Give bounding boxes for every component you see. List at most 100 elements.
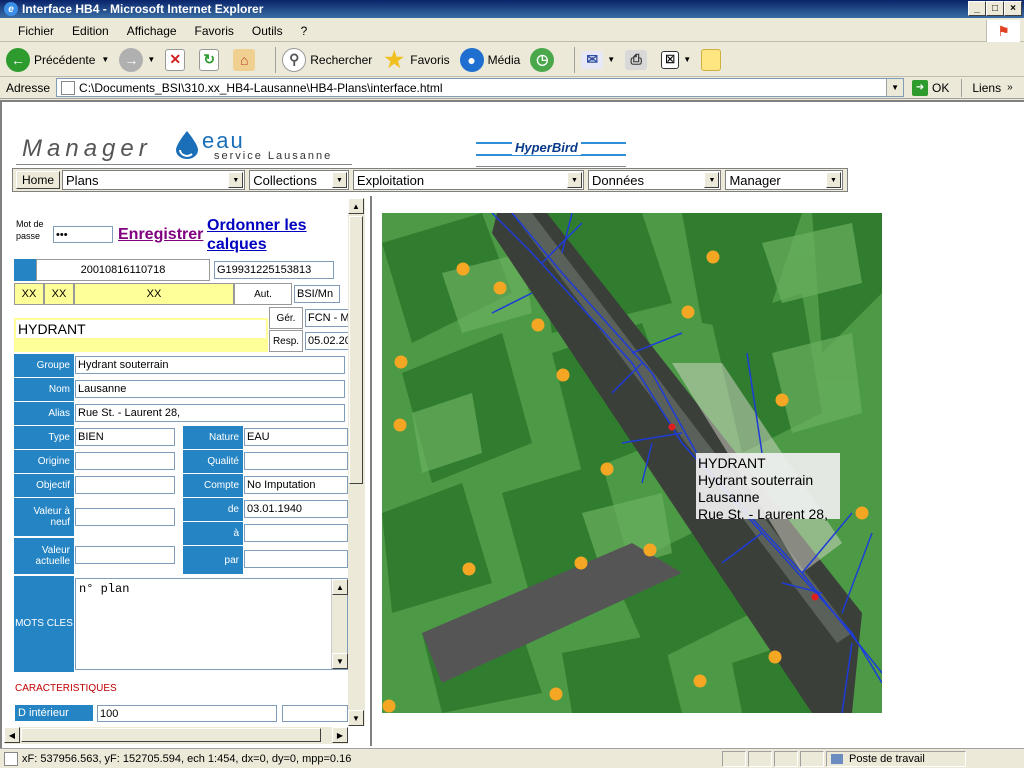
scroll-down-icon[interactable]: ▼ — [332, 653, 348, 669]
scroll-up-icon[interactable]: ▲ — [348, 198, 364, 214]
print-button[interactable]: ⎙ — [625, 49, 651, 70]
objectif-field[interactable] — [75, 476, 175, 494]
menu-affichage[interactable]: Affichage — [118, 24, 186, 38]
chevron-down-icon: ▼ — [147, 55, 156, 64]
stop-button[interactable]: ✕ — [165, 48, 189, 71]
form-horizontal-scrollbar[interactable]: ◀ ▶ — [4, 727, 348, 744]
selected-hydrant-marker[interactable] — [811, 593, 819, 601]
search-button[interactable]: ⚲ Rechercher — [282, 47, 372, 72]
scroll-left-icon[interactable]: ◀ — [4, 727, 20, 743]
hydrant-marker[interactable] — [643, 543, 657, 557]
password-field[interactable]: ••• — [53, 226, 113, 243]
save-link[interactable]: Enregistrer — [118, 226, 203, 244]
ger-field[interactable]: FCN - M — [305, 309, 350, 327]
compte-field[interactable]: No Imputation — [244, 476, 348, 494]
aut-field[interactable]: BSI/Mn — [294, 285, 340, 303]
hydrant-marker[interactable] — [456, 262, 470, 276]
chevron-right-icon[interactable]: » — [1007, 82, 1013, 93]
groupe-field[interactable]: Hydrant souterrain — [75, 356, 345, 374]
donnees-select[interactable]: Données ▼ — [587, 170, 722, 190]
manager-select[interactable]: Manager ▼ — [725, 170, 843, 190]
hydrant-marker[interactable] — [549, 687, 563, 701]
hydrant-marker[interactable] — [556, 368, 570, 382]
go-arrow-icon: ➜ — [912, 79, 929, 96]
par-field[interactable] — [244, 550, 348, 568]
address-input[interactable]: C:\Documents_BSI\310.xx_HB4-Lausanne\HB4… — [56, 78, 905, 97]
origine-field[interactable] — [75, 452, 175, 470]
resp-field[interactable]: 05.02.20 — [305, 332, 350, 350]
minimize-button[interactable]: _ — [968, 1, 986, 16]
hydrant-marker[interactable] — [493, 281, 507, 295]
scroll-right-icon[interactable]: ▶ — [332, 727, 348, 743]
d-interieur-field[interactable]: 100 — [97, 705, 277, 722]
order-layers-link[interactable]: Ordonner les calques — [207, 216, 325, 254]
links-button[interactable]: Liens — [972, 81, 1001, 95]
hydrant-marker[interactable] — [382, 699, 396, 713]
close-button[interactable]: × — [1004, 1, 1022, 16]
xx-cell: XX — [74, 283, 234, 305]
hydrant-marker[interactable] — [768, 650, 782, 664]
hydrant-marker[interactable] — [600, 462, 614, 476]
record-id-2[interactable]: G19931225153813 — [214, 261, 334, 279]
chevron-down-icon: ▼ — [683, 55, 692, 64]
scroll-down-icon[interactable]: ▼ — [348, 710, 364, 726]
mots-cles-textarea[interactable]: n° plan — [75, 578, 348, 670]
alias-field[interactable]: Rue St. - Laurent 28, — [75, 404, 345, 422]
edit-button[interactable]: ☒ ▼ — [661, 50, 692, 69]
chevron-down-icon: ▼ — [101, 55, 110, 64]
star-icon: ★ — [384, 46, 405, 72]
nature-field[interactable]: EAU — [244, 428, 348, 446]
hydrant-marker[interactable] — [574, 556, 588, 570]
de-field[interactable]: 03.01.1940 — [244, 500, 348, 518]
maximize-button[interactable]: □ — [986, 1, 1004, 16]
magnifier-icon: ⚲ — [282, 47, 307, 72]
page-status-icon — [4, 751, 18, 766]
media-button[interactable]: ● Média — [459, 47, 520, 72]
hydrant-marker[interactable] — [855, 506, 869, 520]
exploitation-select[interactable]: Exploitation ▼ — [352, 170, 584, 190]
hydrant-marker[interactable] — [681, 305, 695, 319]
menu-fichier[interactable]: Fichier — [0, 24, 63, 38]
hydrant-marker[interactable] — [706, 250, 720, 264]
valeur-neuf-field[interactable] — [75, 508, 175, 526]
hydrant-marker[interactable] — [462, 562, 476, 576]
scroll-thumb[interactable] — [349, 216, 363, 484]
plans-select[interactable]: Plans ▼ — [62, 170, 246, 190]
type-field[interactable]: BIEN — [75, 428, 175, 446]
hydrant-marker[interactable] — [693, 674, 707, 688]
house-icon: ⌂ — [233, 48, 256, 71]
home-button[interactable]: Home — [16, 171, 61, 189]
collections-select[interactable]: Collections ▼ — [249, 170, 349, 190]
nom-field[interactable]: Lausanne — [75, 380, 345, 398]
scroll-up-icon[interactable]: ▲ — [332, 579, 348, 595]
favorites-button[interactable]: ★ Favoris — [382, 46, 449, 72]
forward-button[interactable]: → ▼ — [119, 47, 156, 72]
extra-field[interactable] — [282, 705, 348, 722]
chevron-down-icon[interactable]: ▼ — [886, 79, 904, 96]
valeur-actuelle-field[interactable] — [75, 546, 175, 564]
messenger-button[interactable] — [701, 48, 725, 71]
mail-button[interactable]: ✉ ▼ — [581, 50, 615, 69]
qualite-field[interactable] — [244, 452, 348, 470]
home-toolbar-button[interactable]: ⌂ — [233, 48, 259, 71]
menu-outils[interactable]: Outils — [243, 24, 292, 38]
menu-edition[interactable]: Edition — [63, 24, 118, 38]
textarea-scrollbar[interactable]: ▲ ▼ — [331, 579, 348, 669]
scroll-thumb[interactable] — [21, 728, 321, 742]
hydrant-marker[interactable] — [394, 355, 408, 369]
hydrant-marker[interactable] — [531, 318, 545, 332]
menu-help[interactable]: ? — [292, 24, 317, 38]
menu-favoris[interactable]: Favoris — [186, 24, 243, 38]
service-logo-text: service Lausanne — [214, 150, 333, 162]
collections-select-value: Collections — [253, 172, 317, 188]
history-button[interactable]: ◷ — [530, 47, 558, 72]
selected-hydrant-marker[interactable] — [668, 423, 676, 431]
refresh-button[interactable]: ↻ — [199, 48, 223, 71]
hydrant-marker[interactable] — [393, 418, 407, 432]
go-button[interactable]: ➜ OK — [912, 79, 949, 96]
form-vertical-scrollbar[interactable]: ▲ ▼ — [348, 198, 365, 726]
hydrant-marker[interactable] — [775, 393, 789, 407]
back-button[interactable]: ← Précédente ▼ — [6, 47, 110, 72]
object-name-field[interactable]: HYDRANT — [14, 318, 268, 340]
a-field[interactable] — [244, 524, 348, 542]
